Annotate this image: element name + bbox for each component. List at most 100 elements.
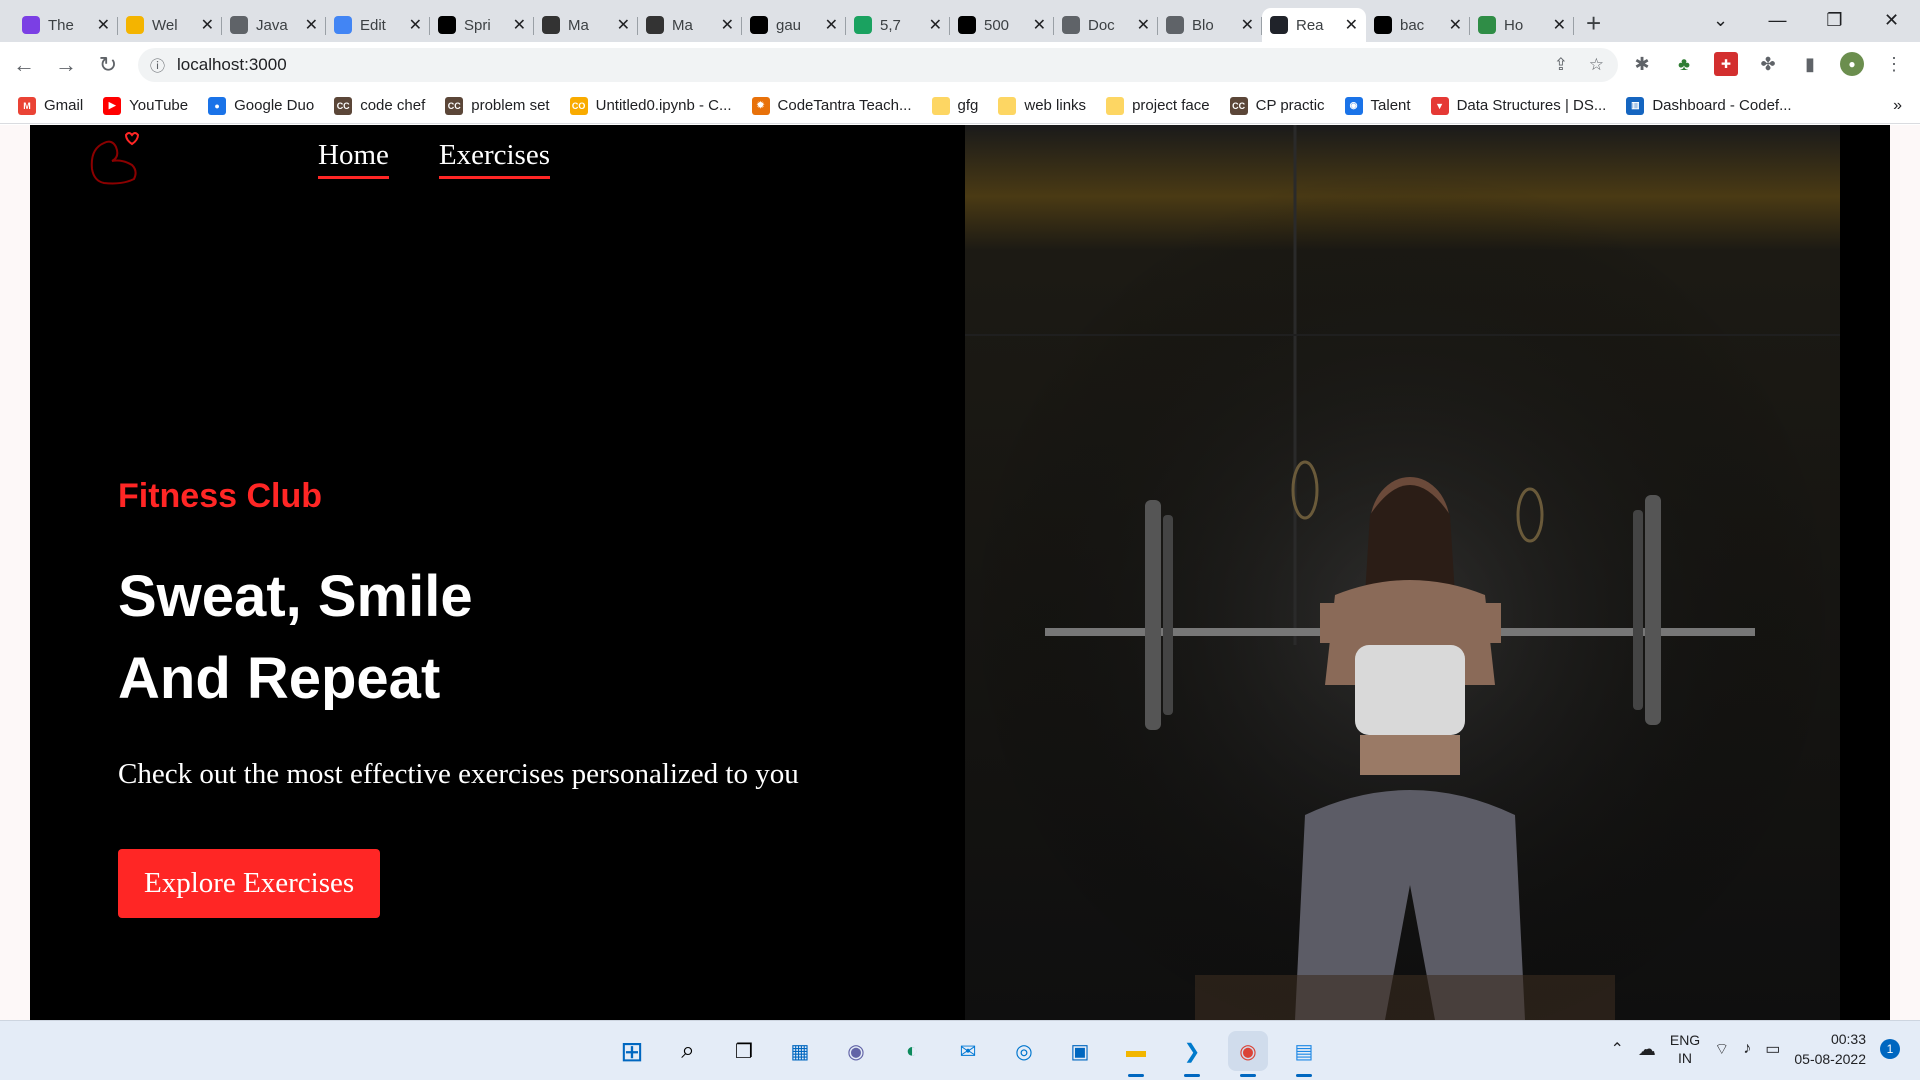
bookmark-icon [998,96,1017,115]
bookmark-label: gfg [957,97,979,114]
store-icon[interactable]: ▣ [1060,1031,1100,1071]
browser-tab[interactable]: Spri ✕ [430,8,534,42]
bookmark-item[interactable]: CC CP practic [1229,96,1325,115]
bookmark-item[interactable]: ✹ CodeTantra Teach... [751,96,912,115]
browser-tab[interactable]: Blo ✕ [1158,8,1262,42]
site-info-icon[interactable]: ⓘ [150,55,165,76]
mail-icon[interactable]: ✉ [948,1031,988,1071]
close-window-icon[interactable]: ✕ [1863,0,1920,40]
close-tab-icon[interactable]: ✕ [617,15,630,35]
vscode-icon[interactable]: ❯ [1172,1031,1212,1077]
url-text[interactable]: localhost:3000 [177,55,287,75]
back-icon[interactable]: ← [6,52,42,78]
notepad-icon[interactable]: ▤ [1284,1031,1324,1077]
menu-kebab-icon[interactable]: ⋮ [1882,52,1906,76]
bookmark-item[interactable]: ◉ Talent [1344,96,1411,115]
close-tab-icon[interactable]: ✕ [513,15,526,35]
bug-extension-icon[interactable]: ✱ [1630,52,1654,76]
chrome-icon[interactable]: ◉ [1228,1031,1268,1077]
more-bookmarks-icon[interactable]: » [1893,97,1902,115]
search-icon[interactable]: ⌕ [668,1031,708,1071]
browser-tab[interactable]: Rea ✕ [1262,8,1366,42]
close-tab-icon[interactable]: ✕ [97,15,110,35]
browser-tab[interactable]: 5,7 ✕ [846,8,950,42]
close-tab-icon[interactable]: ✕ [1553,15,1566,35]
share-icon[interactable]: ⇪ [1554,55,1568,75]
bookmark-item[interactable]: ▶ YouTube [103,96,189,115]
forward-icon[interactable]: → [48,52,84,78]
volume-icon[interactable]: ♪ [1743,1040,1751,1058]
browser-tab[interactable]: Edit ✕ [326,8,430,42]
bookmark-item[interactable]: project face [1106,96,1210,115]
show-hidden-icons-icon[interactable]: ⌃ [1610,1039,1623,1059]
bookmark-item[interactable]: CO Untitled0.ipynb - C... [569,96,732,115]
close-tab-icon[interactable]: ✕ [721,15,734,35]
address-bar[interactable]: ⓘ localhost:3000 ⇪ ☆ [138,48,1618,82]
explore-exercises-button[interactable]: Explore Exercises [118,849,381,918]
close-tab-icon[interactable]: ✕ [409,15,422,35]
notification-badge[interactable]: 1 [1880,1039,1900,1059]
onedrive-icon[interactable]: ☁ [1638,1039,1656,1060]
language-indicator[interactable]: ENG IN [1670,1031,1700,1067]
restore-icon[interactable]: ❐ [1806,0,1863,40]
minimize-icon[interactable]: — [1749,0,1806,40]
logo-icon[interactable] [82,129,148,187]
close-tab-icon[interactable]: ✕ [825,15,838,35]
language-code: ENG [1669,1032,1701,1048]
side-panel-icon[interactable]: ▮ [1798,52,1822,76]
browser-tab[interactable]: Doc ✕ [1054,8,1158,42]
wifi-icon[interactable]: ⌔ [1714,1039,1729,1059]
chevron-icon [646,16,664,34]
close-tab-icon[interactable]: ✕ [1345,15,1358,35]
puzzle-extensions-icon[interactable]: ✤ [1756,52,1780,76]
clock[interactable]: 00:33 05-08-2022 [1794,1029,1866,1069]
widgets-icon[interactable]: ▦ [780,1031,820,1071]
tree-extension-icon[interactable]: ♣ [1672,52,1696,76]
reload-icon[interactable]: ↻ [90,52,126,78]
bookmark-item[interactable]: CC problem set [445,96,550,115]
close-tab-icon[interactable]: ✕ [929,15,942,35]
bookmark-item[interactable]: web links [998,96,1086,115]
close-tab-icon[interactable]: ✕ [1449,15,1462,35]
nav-home-link[interactable]: Home [318,139,389,179]
browser-tab[interactable]: Ma ✕ [534,8,638,42]
browser-tab[interactable]: gau ✕ [742,8,846,42]
browser-tab[interactable]: 500 ✕ [950,8,1054,42]
hero-banner-image [965,125,1840,1020]
bookmark-item[interactable]: ▥ Dashboard - Codef... [1626,96,1792,115]
close-tab-icon[interactable]: ✕ [1033,15,1046,35]
bookmark-item[interactable]: gfg [931,96,979,115]
battery-icon[interactable]: ▭ [1765,1039,1780,1059]
nav-exercises-link[interactable]: Exercises [438,139,550,179]
tab-search-icon[interactable]: ⌄ [1692,0,1749,40]
medium-icon [438,16,456,34]
teams-chat-icon[interactable]: ◉ [836,1031,876,1071]
edge-icon[interactable]: ◐ [892,1031,932,1071]
browser-tab[interactable]: Java ✕ [222,8,326,42]
bookmark-item[interactable]: CC code chef [334,96,425,115]
red-extension-icon[interactable]: ✚ [1714,52,1738,76]
bookmark-item[interactable]: ▼ Data Structures | DS... [1430,96,1606,115]
main-nav: Home Exercises [318,139,550,179]
new-tab-button[interactable]: + [1586,8,1601,39]
close-tab-icon[interactable]: ✕ [201,15,214,35]
close-tab-icon[interactable]: ✕ [1241,15,1254,35]
bookmark-item[interactable]: ● Google Duo [208,96,314,115]
browser-tab[interactable]: Ho ✕ [1470,8,1574,42]
browser-tab[interactable]: Ma ✕ [638,8,742,42]
browser-tab[interactable]: Wel ✕ [118,8,222,42]
task-view-icon[interactable]: ❐ [724,1031,764,1071]
close-tab-icon[interactable]: ✕ [305,15,318,35]
close-tab-icon[interactable]: ✕ [1137,15,1150,35]
bookmark-item[interactable]: M Gmail [18,96,83,115]
start-icon[interactable]: ⊞ [612,1031,652,1071]
os-taskbar: ⊞ ⌕ ❐ ▦ ◉ ◐ ✉ ◎ ▣ ▬ ❯ ◉ ▤ ⌃ ☁ ENG IN ⌔ ♪… [0,1020,1920,1080]
bookmark-label: YouTube [129,97,189,114]
file-explorer-icon[interactable]: ▬ [1116,1031,1156,1077]
dell-icon[interactable]: ◎ [1004,1031,1044,1071]
profile-avatar[interactable]: ● [1840,52,1864,76]
bookmark-star-icon[interactable]: ☆ [1589,55,1604,75]
browser-tab[interactable]: bac ✕ [1366,8,1470,42]
browser-tab[interactable]: The ✕ [14,8,118,42]
fitness-app: Home Exercises Fitness Club Sweat, Smile… [30,125,1890,1020]
